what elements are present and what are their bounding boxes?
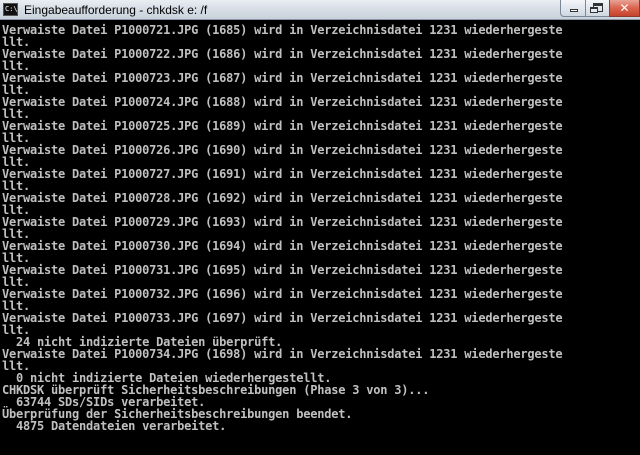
console-line: Verwaiste Datei P1000728.JPG (1692) wird… bbox=[2, 191, 563, 205]
minimize-icon bbox=[570, 9, 578, 12]
window-title: Eingabeaufforderung - chkdsk e: /f bbox=[24, 3, 208, 17]
console-line: 4875 Datendateien verarbeitet. bbox=[2, 419, 227, 433]
console-line: Verwaiste Datei P1000723.JPG (1687) wird… bbox=[2, 71, 563, 85]
cmd-app-icon[interactable]: C:\ bbox=[3, 3, 18, 16]
console-line: Verwaiste Datei P1000726.JPG (1690) wird… bbox=[2, 143, 563, 157]
console-line: Verwaiste Datei P1000721.JPG (1685) wird… bbox=[2, 23, 563, 37]
console-output[interactable]: Verwaiste Datei P1000721.JPG (1685) wird… bbox=[0, 20, 640, 455]
close-icon: ✕ bbox=[619, 1, 630, 15]
console-line: Verwaiste Datei P1000730.JPG (1694) wird… bbox=[2, 239, 563, 253]
console-line: Verwaiste Datei P1000734.JPG (1698) wird… bbox=[2, 347, 563, 361]
console-line: Verwaiste Datei P1000727.JPG (1691) wird… bbox=[2, 167, 563, 181]
console-line: Verwaiste Datei P1000732.JPG (1696) wird… bbox=[2, 287, 563, 301]
console-line: Verwaiste Datei P1000733.JPG (1697) wird… bbox=[2, 311, 563, 325]
restore-icon bbox=[590, 3, 603, 13]
minimize-button[interactable] bbox=[560, 0, 586, 17]
console-line: Verwaiste Datei P1000724.JPG (1688) wird… bbox=[2, 95, 563, 109]
close-button[interactable]: ✕ bbox=[609, 0, 640, 17]
console-line: Verwaiste Datei P1000725.JPG (1689) wird… bbox=[2, 119, 563, 133]
console-line: Verwaiste Datei P1000722.JPG (1686) wird… bbox=[2, 47, 563, 61]
restore-button[interactable] bbox=[585, 0, 610, 17]
console-line: Verwaiste Datei P1000731.JPG (1695) wird… bbox=[2, 263, 563, 277]
title-bar[interactable]: C:\ Eingabeaufforderung - chkdsk e: /f ✕ bbox=[0, 0, 640, 20]
console-line: Verwaiste Datei P1000729.JPG (1693) wird… bbox=[2, 215, 563, 229]
